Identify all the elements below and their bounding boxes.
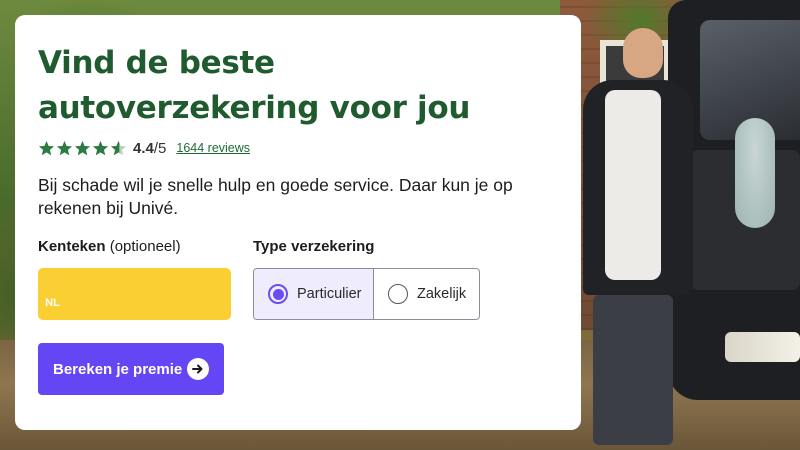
calculate-premium-label: Bereken je premie [53, 360, 183, 378]
eu-stars-icon [44, 276, 60, 292]
rating: 4.4/5 1644 reviews [38, 139, 557, 157]
person-with-child [583, 28, 713, 450]
quote-card: Vind de beste autoverzekering voor jou 4… [15, 15, 581, 430]
title-line-2: autoverzekering voor jou [38, 90, 471, 126]
title-line-1: Vind de beste [38, 45, 275, 81]
arrow-right-icon [187, 358, 209, 380]
half-star-icon [111, 140, 126, 155]
plush-toy [735, 118, 775, 228]
option-particulier-label: Particulier [297, 286, 362, 302]
quote-form: Kenteken (optioneel) NL Type verzekering… [38, 238, 557, 320]
calculate-premium-button[interactable]: Bereken je premie [38, 343, 224, 395]
car-license-plate-area [725, 332, 800, 362]
page-title: Vind de beste autoverzekering voor jou [38, 41, 557, 131]
star-icon [39, 140, 54, 155]
radio-particulier[interactable] [268, 284, 288, 304]
kenteken-label: Kenteken (optioneel) [38, 238, 181, 255]
type-label: Type verzekering [253, 238, 375, 255]
type-toggle: Particulier Zakelijk [253, 268, 480, 320]
star-icon [57, 140, 72, 155]
kenteken-field: Kenteken (optioneel) NL [38, 238, 231, 320]
rating-score: 4.4/5 [133, 139, 167, 157]
country-code: NL [45, 297, 60, 309]
kenteken-input[interactable] [38, 268, 231, 320]
rating-stars [38, 140, 127, 157]
radio-zakelijk[interactable] [388, 284, 408, 304]
license-plate: NL [38, 268, 231, 320]
star-icon [93, 140, 108, 155]
star-icon [75, 140, 90, 155]
reviews-link[interactable]: 1644 reviews [176, 141, 250, 155]
type-verzekering-field: Type verzekering Particulier Zakelijk [253, 238, 480, 320]
radio-selected-dot [272, 288, 284, 300]
option-particulier[interactable]: Particulier [254, 269, 374, 319]
option-zakelijk[interactable]: Zakelijk [374, 269, 479, 319]
intro-text: Bij schade wil je snelle hulp en goede s… [38, 175, 513, 218]
option-zakelijk-label: Zakelijk [417, 286, 467, 302]
